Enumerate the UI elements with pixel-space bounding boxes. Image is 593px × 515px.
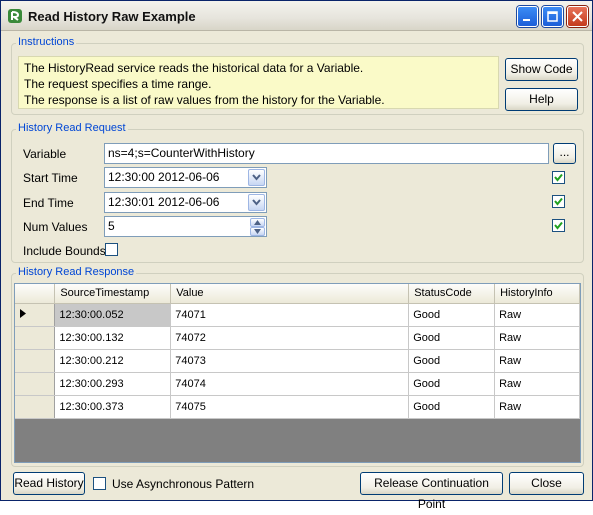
current-row-arrow-icon [20, 308, 26, 318]
end-time-value: 12:30:01 2012-06-06 [108, 195, 220, 209]
row-header[interactable] [15, 395, 56, 419]
async-pattern-label: Use Asynchronous Pattern [112, 477, 255, 491]
include-bounds-label: Include Bounds [23, 244, 106, 258]
column-header-value[interactable]: Value [170, 284, 410, 304]
table-row[interactable]: 12:30:00.373 74075 Good Raw [15, 395, 580, 419]
cell-info[interactable]: Raw [494, 395, 580, 419]
cell-value[interactable]: 74074 [170, 372, 410, 396]
num-values-label: Num Values [23, 220, 88, 234]
maximize-button[interactable] [542, 6, 563, 27]
cell-info[interactable]: Raw [494, 326, 580, 350]
history-results-grid[interactable]: SourceTimestamp Value StatusCode History… [14, 283, 581, 463]
start-time-value: 12:30:00 2012-06-06 [108, 170, 220, 184]
cell-timestamp[interactable]: 12:30:00.052 [54, 303, 172, 327]
results-table: SourceTimestamp Value StatusCode History… [15, 284, 580, 419]
column-header-historyinfo[interactable]: HistoryInfo [494, 284, 580, 304]
row-header[interactable] [15, 349, 56, 373]
start-time-dropdown[interactable] [248, 169, 265, 186]
cell-status[interactable]: Good [408, 372, 496, 396]
arrow-down-icon [254, 229, 261, 234]
variable-label: Variable [23, 147, 67, 161]
close-window-button[interactable] [567, 6, 588, 27]
instructions-text: The HistoryRead service reads the histor… [18, 56, 499, 109]
browse-variable-button[interactable]: ... [553, 143, 576, 164]
spin-up-button[interactable] [250, 218, 265, 227]
start-time-picker[interactable]: 12:30:00 2012-06-06 [104, 167, 267, 188]
read-history-button[interactable]: Read History [13, 472, 85, 495]
cell-info[interactable]: Raw [494, 303, 580, 327]
cell-value[interactable]: 74071 [170, 303, 410, 327]
app-icon [8, 9, 22, 23]
table-row[interactable]: 12:30:00.132 74072 Good Raw [15, 326, 580, 350]
end-time-label: End Time [23, 196, 74, 210]
window-title: Read History Raw Example [28, 9, 196, 24]
request-group-label: History Read Request [16, 122, 128, 134]
maximize-icon [547, 11, 558, 22]
help-button[interactable]: Help [505, 88, 578, 111]
cell-value[interactable]: 74073 [170, 349, 410, 373]
num-values-input[interactable]: 5 [104, 216, 267, 237]
dialog-window: Read History Raw Example Instructions Th… [0, 0, 593, 511]
cell-timestamp[interactable]: 12:30:00.132 [54, 326, 172, 350]
row-header[interactable] [15, 303, 56, 327]
start-time-checkbox[interactable] [552, 171, 565, 184]
table-row[interactable]: 12:30:00.212 74073 Good Raw [15, 349, 580, 373]
num-values-checkbox[interactable] [552, 219, 565, 232]
cell-info[interactable]: Raw [494, 349, 580, 373]
instruction-line: The request specifies a time range. [24, 77, 212, 91]
checkmark-icon [554, 221, 563, 230]
row-header-column[interactable] [15, 284, 56, 304]
include-bounds-checkbox[interactable] [105, 243, 118, 256]
cell-value[interactable]: 74072 [170, 326, 410, 350]
cell-value[interactable]: 74075 [170, 395, 410, 419]
checkmark-icon [554, 173, 563, 182]
cell-timestamp[interactable]: 12:30:00.212 [54, 349, 172, 373]
checkmark-icon [554, 197, 563, 206]
minimize-button[interactable] [517, 6, 538, 27]
header-row: SourceTimestamp Value StatusCode History… [15, 284, 580, 304]
release-continuation-point-button[interactable]: Release Continuation Point [360, 472, 503, 511]
row-header[interactable] [15, 326, 56, 350]
table-row[interactable]: 12:30:00.052 74071 Good Raw [15, 303, 580, 327]
cell-timestamp[interactable]: 12:30:00.373 [54, 395, 172, 419]
cell-status[interactable]: Good [408, 326, 496, 350]
arrow-up-icon [254, 220, 261, 225]
cell-timestamp[interactable]: 12:30:00.293 [54, 372, 172, 396]
close-button[interactable]: Close [509, 472, 584, 495]
column-header-statuscode[interactable]: StatusCode [408, 284, 496, 304]
instructions-group-label: Instructions [16, 36, 77, 48]
variable-input[interactable]: ns=4;s=CounterWithHistory [104, 143, 549, 164]
cell-status[interactable]: Good [408, 349, 496, 373]
start-time-label: Start Time [23, 171, 78, 185]
table-row[interactable]: 12:30:00.293 74074 Good Raw [15, 372, 580, 396]
show-code-button[interactable]: Show Code [505, 58, 578, 81]
end-time-dropdown[interactable] [248, 194, 265, 211]
spin-down-button[interactable] [250, 227, 265, 236]
instruction-line: The HistoryRead service reads the histor… [24, 61, 364, 75]
response-group-label: History Read Response [16, 266, 137, 278]
cell-info[interactable]: Raw [494, 372, 580, 396]
instruction-line: The response is a list of raw values fro… [24, 93, 385, 107]
cell-status[interactable]: Good [408, 395, 496, 419]
chevron-down-icon [252, 174, 261, 181]
minimize-icon [523, 19, 530, 21]
title-bar[interactable]: Read History Raw Example [1, 1, 592, 31]
async-pattern-checkbox[interactable] [93, 477, 106, 490]
end-time-picker[interactable]: 12:30:01 2012-06-06 [104, 192, 267, 213]
num-values-value: 5 [108, 219, 115, 233]
cell-status[interactable]: Good [408, 303, 496, 327]
close-icon [572, 11, 583, 22]
end-time-checkbox[interactable] [552, 195, 565, 208]
column-header-sourcetimestamp[interactable]: SourceTimestamp [54, 284, 172, 304]
chevron-down-icon [252, 199, 261, 206]
row-header[interactable] [15, 372, 56, 396]
